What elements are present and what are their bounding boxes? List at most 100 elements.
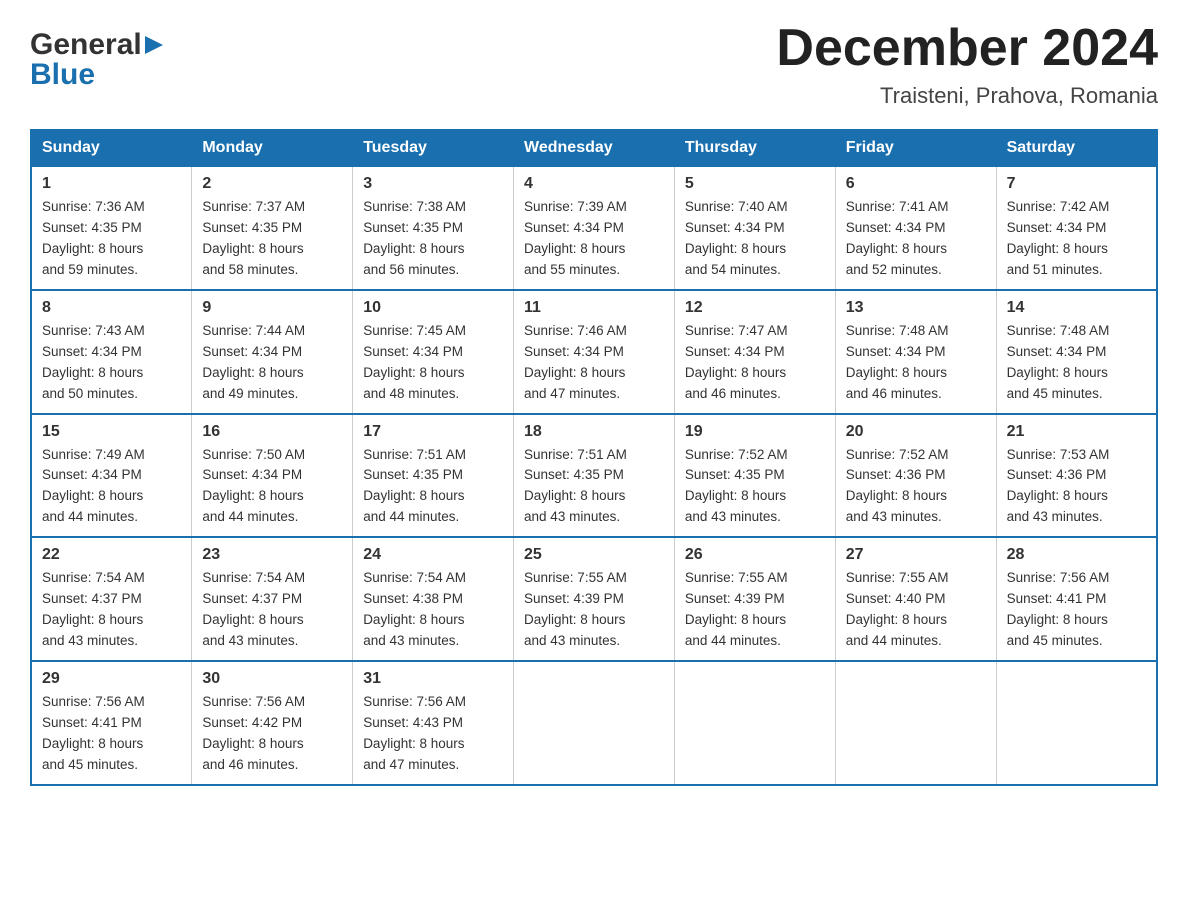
calendar-cell: 26 Sunrise: 7:55 AM Sunset: 4:39 PM Dayl… bbox=[674, 537, 835, 661]
day-number: 19 bbox=[685, 423, 825, 441]
day-number: 3 bbox=[363, 175, 503, 193]
calendar-cell: 24 Sunrise: 7:54 AM Sunset: 4:38 PM Dayl… bbox=[353, 537, 514, 661]
day-number: 6 bbox=[846, 175, 986, 193]
calendar-cell: 11 Sunrise: 7:46 AM Sunset: 4:34 PM Dayl… bbox=[514, 290, 675, 414]
calendar-table: SundayMondayTuesdayWednesdayThursdayFrid… bbox=[30, 129, 1158, 785]
calendar-cell: 16 Sunrise: 7:50 AM Sunset: 4:34 PM Dayl… bbox=[192, 414, 353, 538]
calendar-cell bbox=[835, 661, 996, 785]
calendar-cell: 17 Sunrise: 7:51 AM Sunset: 4:35 PM Dayl… bbox=[353, 414, 514, 538]
page-header: General Blue December 2024 Traisteni, Pr… bbox=[30, 20, 1158, 109]
logo-general-text: General bbox=[30, 30, 142, 60]
day-info: Sunrise: 7:54 AM Sunset: 4:38 PM Dayligh… bbox=[363, 568, 503, 652]
day-info: Sunrise: 7:40 AM Sunset: 4:34 PM Dayligh… bbox=[685, 197, 825, 281]
day-info: Sunrise: 7:49 AM Sunset: 4:34 PM Dayligh… bbox=[42, 445, 181, 529]
logo-blue-text: Blue bbox=[30, 60, 95, 90]
calendar-cell: 29 Sunrise: 7:56 AM Sunset: 4:41 PM Dayl… bbox=[31, 661, 192, 785]
calendar-cell bbox=[514, 661, 675, 785]
weekday-header-thursday: Thursday bbox=[674, 130, 835, 166]
day-info: Sunrise: 7:56 AM Sunset: 4:43 PM Dayligh… bbox=[363, 692, 503, 776]
day-info: Sunrise: 7:55 AM Sunset: 4:39 PM Dayligh… bbox=[685, 568, 825, 652]
day-info: Sunrise: 7:56 AM Sunset: 4:41 PM Dayligh… bbox=[42, 692, 181, 776]
day-number: 11 bbox=[524, 299, 664, 317]
calendar-cell: 25 Sunrise: 7:55 AM Sunset: 4:39 PM Dayl… bbox=[514, 537, 675, 661]
day-number: 26 bbox=[685, 546, 825, 564]
calendar-cell: 14 Sunrise: 7:48 AM Sunset: 4:34 PM Dayl… bbox=[996, 290, 1157, 414]
day-info: Sunrise: 7:46 AM Sunset: 4:34 PM Dayligh… bbox=[524, 321, 664, 405]
title-section: December 2024 Traisteni, Prahova, Romani… bbox=[776, 20, 1158, 109]
day-number: 29 bbox=[42, 670, 181, 688]
calendar-cell: 10 Sunrise: 7:45 AM Sunset: 4:34 PM Dayl… bbox=[353, 290, 514, 414]
weekday-header-tuesday: Tuesday bbox=[353, 130, 514, 166]
calendar-cell: 27 Sunrise: 7:55 AM Sunset: 4:40 PM Dayl… bbox=[835, 537, 996, 661]
day-number: 1 bbox=[42, 175, 181, 193]
day-info: Sunrise: 7:47 AM Sunset: 4:34 PM Dayligh… bbox=[685, 321, 825, 405]
calendar-cell bbox=[996, 661, 1157, 785]
calendar-cell: 19 Sunrise: 7:52 AM Sunset: 4:35 PM Dayl… bbox=[674, 414, 835, 538]
day-info: Sunrise: 7:56 AM Sunset: 4:41 PM Dayligh… bbox=[1007, 568, 1146, 652]
day-info: Sunrise: 7:43 AM Sunset: 4:34 PM Dayligh… bbox=[42, 321, 181, 405]
calendar-week-row: 8 Sunrise: 7:43 AM Sunset: 4:34 PM Dayli… bbox=[31, 290, 1157, 414]
calendar-cell bbox=[674, 661, 835, 785]
day-info: Sunrise: 7:41 AM Sunset: 4:34 PM Dayligh… bbox=[846, 197, 986, 281]
location-subtitle: Traisteni, Prahova, Romania bbox=[776, 83, 1158, 109]
weekday-header-saturday: Saturday bbox=[996, 130, 1157, 166]
day-info: Sunrise: 7:54 AM Sunset: 4:37 PM Dayligh… bbox=[202, 568, 342, 652]
day-info: Sunrise: 7:54 AM Sunset: 4:37 PM Dayligh… bbox=[42, 568, 181, 652]
day-number: 4 bbox=[524, 175, 664, 193]
day-info: Sunrise: 7:45 AM Sunset: 4:34 PM Dayligh… bbox=[363, 321, 503, 405]
weekday-header-friday: Friday bbox=[835, 130, 996, 166]
calendar-cell: 18 Sunrise: 7:51 AM Sunset: 4:35 PM Dayl… bbox=[514, 414, 675, 538]
weekday-header-sunday: Sunday bbox=[31, 130, 192, 166]
calendar-cell: 5 Sunrise: 7:40 AM Sunset: 4:34 PM Dayli… bbox=[674, 166, 835, 290]
day-number: 12 bbox=[685, 299, 825, 317]
day-number: 16 bbox=[202, 423, 342, 441]
day-number: 13 bbox=[846, 299, 986, 317]
day-info: Sunrise: 7:42 AM Sunset: 4:34 PM Dayligh… bbox=[1007, 197, 1146, 281]
calendar-cell: 20 Sunrise: 7:52 AM Sunset: 4:36 PM Dayl… bbox=[835, 414, 996, 538]
day-info: Sunrise: 7:39 AM Sunset: 4:34 PM Dayligh… bbox=[524, 197, 664, 281]
calendar-cell: 28 Sunrise: 7:56 AM Sunset: 4:41 PM Dayl… bbox=[996, 537, 1157, 661]
calendar-cell: 3 Sunrise: 7:38 AM Sunset: 4:35 PM Dayli… bbox=[353, 166, 514, 290]
day-number: 17 bbox=[363, 423, 503, 441]
calendar-cell: 15 Sunrise: 7:49 AM Sunset: 4:34 PM Dayl… bbox=[31, 414, 192, 538]
day-number: 9 bbox=[202, 299, 342, 317]
calendar-week-row: 15 Sunrise: 7:49 AM Sunset: 4:34 PM Dayl… bbox=[31, 414, 1157, 538]
calendar-cell: 12 Sunrise: 7:47 AM Sunset: 4:34 PM Dayl… bbox=[674, 290, 835, 414]
day-number: 20 bbox=[846, 423, 986, 441]
day-number: 23 bbox=[202, 546, 342, 564]
day-info: Sunrise: 7:51 AM Sunset: 4:35 PM Dayligh… bbox=[524, 445, 664, 529]
day-info: Sunrise: 7:48 AM Sunset: 4:34 PM Dayligh… bbox=[1007, 321, 1146, 405]
logo-triangle-icon bbox=[143, 34, 165, 56]
day-number: 5 bbox=[685, 175, 825, 193]
calendar-cell: 23 Sunrise: 7:54 AM Sunset: 4:37 PM Dayl… bbox=[192, 537, 353, 661]
day-number: 7 bbox=[1007, 175, 1146, 193]
calendar-cell: 9 Sunrise: 7:44 AM Sunset: 4:34 PM Dayli… bbox=[192, 290, 353, 414]
day-info: Sunrise: 7:37 AM Sunset: 4:35 PM Dayligh… bbox=[202, 197, 342, 281]
day-info: Sunrise: 7:44 AM Sunset: 4:34 PM Dayligh… bbox=[202, 321, 342, 405]
weekday-header-wednesday: Wednesday bbox=[514, 130, 675, 166]
day-info: Sunrise: 7:52 AM Sunset: 4:35 PM Dayligh… bbox=[685, 445, 825, 529]
calendar-cell: 21 Sunrise: 7:53 AM Sunset: 4:36 PM Dayl… bbox=[996, 414, 1157, 538]
day-number: 28 bbox=[1007, 546, 1146, 564]
day-number: 21 bbox=[1007, 423, 1146, 441]
calendar-cell: 31 Sunrise: 7:56 AM Sunset: 4:43 PM Dayl… bbox=[353, 661, 514, 785]
day-number: 15 bbox=[42, 423, 181, 441]
day-info: Sunrise: 7:38 AM Sunset: 4:35 PM Dayligh… bbox=[363, 197, 503, 281]
day-number: 31 bbox=[363, 670, 503, 688]
calendar-cell: 7 Sunrise: 7:42 AM Sunset: 4:34 PM Dayli… bbox=[996, 166, 1157, 290]
calendar-cell: 6 Sunrise: 7:41 AM Sunset: 4:34 PM Dayli… bbox=[835, 166, 996, 290]
day-number: 27 bbox=[846, 546, 986, 564]
day-number: 22 bbox=[42, 546, 181, 564]
calendar-week-row: 29 Sunrise: 7:56 AM Sunset: 4:41 PM Dayl… bbox=[31, 661, 1157, 785]
calendar-week-row: 1 Sunrise: 7:36 AM Sunset: 4:35 PM Dayli… bbox=[31, 166, 1157, 290]
day-info: Sunrise: 7:52 AM Sunset: 4:36 PM Dayligh… bbox=[846, 445, 986, 529]
calendar-cell: 30 Sunrise: 7:56 AM Sunset: 4:42 PM Dayl… bbox=[192, 661, 353, 785]
day-number: 25 bbox=[524, 546, 664, 564]
day-info: Sunrise: 7:51 AM Sunset: 4:35 PM Dayligh… bbox=[363, 445, 503, 529]
day-info: Sunrise: 7:55 AM Sunset: 4:39 PM Dayligh… bbox=[524, 568, 664, 652]
day-info: Sunrise: 7:53 AM Sunset: 4:36 PM Dayligh… bbox=[1007, 445, 1146, 529]
weekday-header-monday: Monday bbox=[192, 130, 353, 166]
calendar-week-row: 22 Sunrise: 7:54 AM Sunset: 4:37 PM Dayl… bbox=[31, 537, 1157, 661]
day-info: Sunrise: 7:50 AM Sunset: 4:34 PM Dayligh… bbox=[202, 445, 342, 529]
calendar-cell: 22 Sunrise: 7:54 AM Sunset: 4:37 PM Dayl… bbox=[31, 537, 192, 661]
